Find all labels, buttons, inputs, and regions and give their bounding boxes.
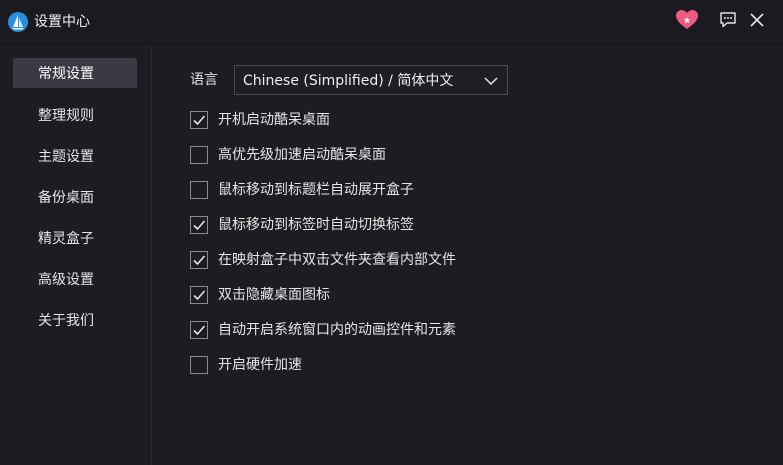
close-icon [749,12,765,32]
checkmark-icon [193,115,206,126]
sidebar-item-theme[interactable]: 主题设置 [13,141,137,171]
checkmark-icon [193,220,206,231]
sidebar-item-backup[interactable]: 备份桌面 [13,182,137,212]
option-hover-switch-tab[interactable]: 鼠标移动到标签时自动切换标签 [190,215,414,235]
title-bar[interactable]: 设置中心 [0,0,783,45]
option-label: 开启硬件加速 [218,357,302,373]
checkbox[interactable] [190,251,208,269]
option-hardware-acceleration[interactable]: 开启硬件加速 [190,355,302,375]
window-title: 设置中心 [34,14,90,30]
checkbox[interactable] [190,111,208,129]
option-label: 在映射盒子中双击文件夹查看内部文件 [218,252,456,268]
sidebar-item-general[interactable]: 常规设置 [13,58,137,88]
option-window-animations[interactable]: 自动开启系统窗口内的动画控件和元素 [190,320,456,340]
checkbox[interactable] [190,146,208,164]
checkmark-icon [193,325,206,336]
option-hover-expand-box[interactable]: 鼠标移动到标题栏自动展开盒子 [190,180,414,200]
settings-window: 设置中心 常规设置 整理规则 主题设置 备份桌面 精灵盒子 高级设置 关于我们 … [0,0,783,465]
checkmark-icon [193,290,206,301]
sail-logo-icon [8,12,28,32]
checkbox[interactable] [190,321,208,339]
option-label: 双击隐藏桌面图标 [218,287,330,303]
option-autostart[interactable]: 开机启动酷呆桌面 [190,110,330,130]
feedback-button[interactable] [716,10,740,34]
checkbox[interactable] [190,356,208,374]
option-label: 开机启动酷呆桌面 [218,112,330,128]
sidebar-item-sprite-box[interactable]: 精灵盒子 [13,223,137,253]
sidebar-item-organize-rules[interactable]: 整理规则 [13,100,137,130]
checkbox[interactable] [190,216,208,234]
close-button[interactable] [745,10,769,34]
general-settings-panel: 语言 Chinese (Simplified) / 简体中文 开机启动酷呆桌面 … [152,45,783,465]
option-high-priority[interactable]: 高优先级加速启动酷呆桌面 [190,145,386,165]
chevron-down-icon [483,73,499,89]
option-label: 自动开启系统窗口内的动画控件和元素 [218,322,456,338]
checkbox[interactable] [190,181,208,199]
sidebar-item-about[interactable]: 关于我们 [13,305,137,335]
sidebar-item-advanced[interactable]: 高级设置 [13,264,137,294]
language-label: 语言 [190,72,218,88]
option-double-click-hide-icons[interactable]: 双击隐藏桌面图标 [190,285,330,305]
heart-icon [676,10,698,34]
checkmark-icon [193,255,206,266]
language-value: Chinese (Simplified) / 简体中文 [243,73,454,89]
checkbox[interactable] [190,286,208,304]
option-label: 鼠标移动到标签时自动切换标签 [218,217,414,233]
option-label: 高优先级加速启动酷呆桌面 [218,147,386,163]
option-double-click-folder[interactable]: 在映射盒子中双击文件夹查看内部文件 [190,250,456,270]
sidebar: 常规设置 整理规则 主题设置 备份桌面 精灵盒子 高级设置 关于我们 [0,45,152,465]
option-label: 鼠标移动到标题栏自动展开盒子 [218,182,414,198]
heart-button[interactable] [675,10,699,34]
language-select[interactable]: Chinese (Simplified) / 简体中文 [234,65,508,95]
feedback-icon [719,11,737,33]
